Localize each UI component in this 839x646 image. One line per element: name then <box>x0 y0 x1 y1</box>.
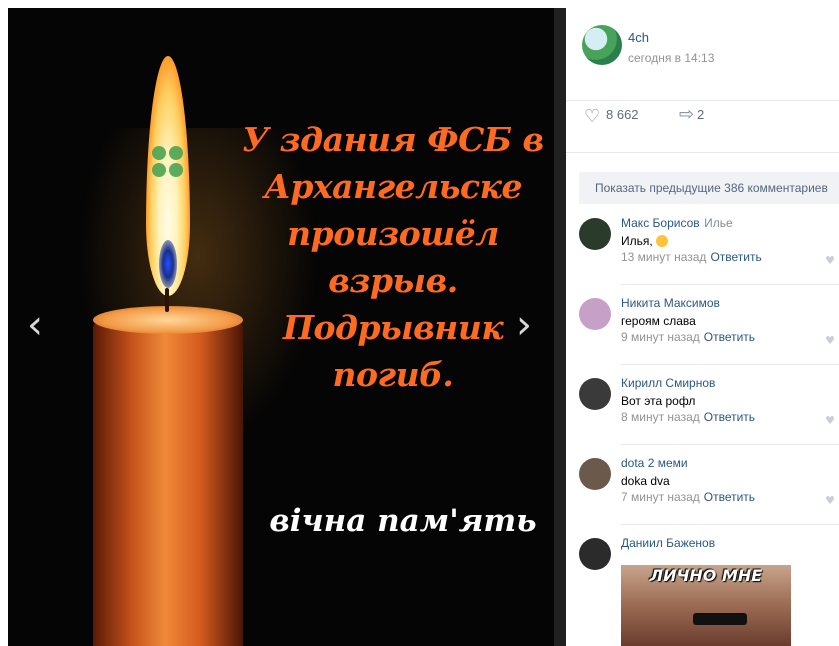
reply-button[interactable]: Ответить <box>704 410 755 424</box>
post-time[interactable]: сегодня в 14:13 <box>628 51 714 65</box>
comment-like-icon[interactable]: ♥ <box>825 414 835 427</box>
memorial-text: вічна пам'ять <box>269 503 537 539</box>
reply-button[interactable]: Ответить <box>704 490 755 504</box>
reply-button[interactable]: Ответить <box>704 330 755 344</box>
avatar[interactable] <box>579 458 611 490</box>
wick <box>165 288 169 312</box>
comment-text: Илья, <box>621 234 653 248</box>
divider <box>621 364 839 365</box>
image-headline: У здания ФСБ в Архангельске произошёл вз… <box>242 120 544 394</box>
avatar[interactable] <box>579 298 611 330</box>
divider <box>621 524 839 525</box>
avatar[interactable] <box>579 218 611 250</box>
top-border <box>0 0 566 8</box>
comment-like-icon[interactable]: ♥ <box>825 494 835 507</box>
comment-author[interactable]: Макс Борисов <box>621 216 700 230</box>
comment-time[interactable]: 7 минут назад <box>621 490 700 504</box>
photo-viewer[interactable]: У здания ФСБ в Архангельске произошёл вз… <box>0 0 566 646</box>
share-icon[interactable]: ⇨ <box>679 104 694 125</box>
post-sidebar: 4ch сегодня в 14:13 ♡ 8 662 ⇨ 2 Показать… <box>566 0 839 646</box>
avatar[interactable] <box>579 378 611 410</box>
comment-author[interactable]: Никита Максимов <box>621 296 720 310</box>
reply-button[interactable]: Ответить <box>710 250 761 264</box>
divider <box>621 444 839 445</box>
left-border <box>0 8 8 646</box>
heart-icon[interactable]: ♡ <box>584 106 600 127</box>
divider <box>621 284 839 285</box>
comment-time[interactable]: 8 минут назад <box>621 410 700 424</box>
meme-caption: ЛИЧНО МНЕ <box>649 566 763 585</box>
group-name[interactable]: 4ch <box>628 30 649 45</box>
chevron-left-icon[interactable]: ‹ <box>27 305 43 345</box>
comment-author[interactable]: Даниил Баженов <box>621 536 715 550</box>
likes-count[interactable]: 8 662 <box>606 107 639 122</box>
shares-count[interactable]: 2 <box>697 107 704 122</box>
comment-author[interactable]: Кирилл Смирнов <box>621 376 715 390</box>
meme-image[interactable]: ЛИЧНО МНЕ <box>621 565 791 646</box>
comment-like-icon[interactable]: ♥ <box>825 254 835 267</box>
post-image[interactable]: У здания ФСБ в Архангельске произошёл вз… <box>8 8 554 646</box>
flame-core <box>159 240 177 288</box>
group-avatar[interactable] <box>582 25 622 65</box>
reply-to[interactable]: Илье <box>704 216 733 230</box>
comment-text: героям слава <box>621 314 696 328</box>
comment-like-icon[interactable]: ♥ <box>825 334 835 347</box>
sunglasses <box>693 613 747 625</box>
comment-author[interactable]: dota 2 меми <box>621 456 688 470</box>
clover-logo-icon <box>152 146 186 186</box>
emoji-icon <box>656 235 669 247</box>
comment-text: doka dva <box>621 474 670 488</box>
avatar[interactable] <box>579 538 611 570</box>
comment-time[interactable]: 13 минут назад <box>621 250 706 264</box>
comment-time[interactable]: 9 минут назад <box>621 330 700 344</box>
chevron-right-icon[interactable]: › <box>516 305 532 345</box>
comment-text: Вот эта рофл <box>621 394 696 408</box>
show-previous-comments-button[interactable]: Показать предыдущие 386 комментариев <box>579 172 839 204</box>
show-previous-label: Показать предыдущие 386 комментариев <box>595 181 828 195</box>
candle <box>93 313 243 646</box>
photo-divider <box>554 8 566 646</box>
